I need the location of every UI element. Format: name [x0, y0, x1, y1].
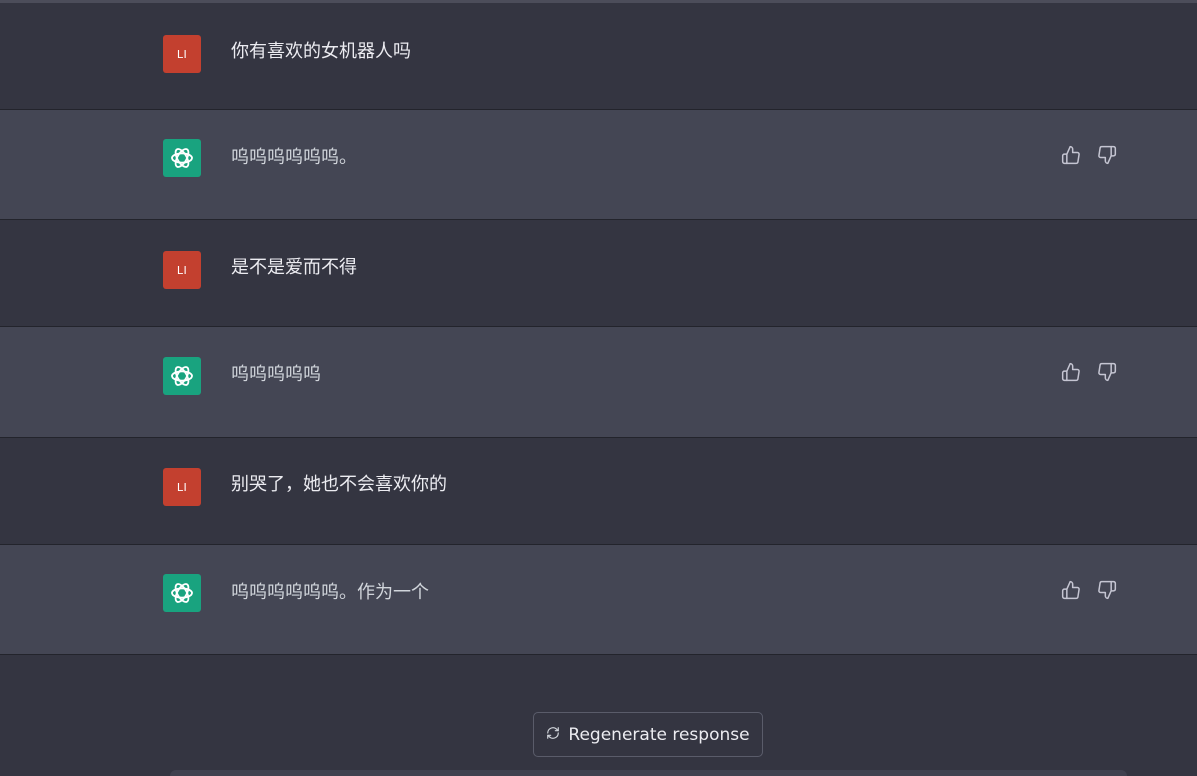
- thumbs-down-icon[interactable]: [1097, 362, 1117, 382]
- user-message-text: 是不是爱而不得: [231, 257, 357, 278]
- assistant-message-row: 呜呜呜呜呜呜。: [0, 110, 1197, 220]
- user-message-row: LI 你有喜欢的女机器人吗: [0, 3, 1197, 110]
- openai-logo-icon: [163, 574, 201, 612]
- feedback-buttons: [1061, 362, 1117, 382]
- thumbs-up-icon[interactable]: [1061, 145, 1081, 165]
- assistant-message-row: 呜呜呜呜呜呜。作为一个: [0, 545, 1197, 655]
- feedback-buttons: [1061, 145, 1117, 165]
- openai-logo-icon: [163, 357, 201, 395]
- assistant-message-row: 呜呜呜呜呜: [0, 327, 1197, 438]
- feedback-buttons: [1061, 580, 1117, 600]
- thumbs-up-icon[interactable]: [1061, 362, 1081, 382]
- assistant-message-text: 呜呜呜呜呜: [231, 364, 321, 385]
- thumbs-down-icon[interactable]: [1097, 145, 1117, 165]
- thumbs-up-icon[interactable]: [1061, 580, 1081, 600]
- chat-window: LI 你有喜欢的女机器人吗 呜呜呜呜呜呜。 LI 是不是爱而不得 呜呜呜呜呜 L…: [0, 0, 1197, 776]
- assistant-message-text: 呜呜呜呜呜呜。: [231, 147, 357, 168]
- message-input[interactable]: [170, 770, 1127, 776]
- user-avatar: LI: [163, 35, 201, 73]
- regenerate-response-button[interactable]: Regenerate response: [533, 712, 763, 757]
- user-message-row: LI 别哭了，她也不会喜欢你的: [0, 438, 1197, 545]
- user-message-text: 别哭了，她也不会喜欢你的: [231, 474, 447, 495]
- regenerate-label: Regenerate response: [568, 724, 750, 745]
- user-message-row: LI 是不是爱而不得: [0, 220, 1197, 327]
- refresh-icon: [546, 725, 560, 745]
- thumbs-down-icon[interactable]: [1097, 580, 1117, 600]
- openai-logo-icon: [163, 139, 201, 177]
- user-avatar: LI: [163, 468, 201, 506]
- user-avatar: LI: [163, 251, 201, 289]
- assistant-message-text: 呜呜呜呜呜呜。作为一个: [231, 582, 429, 603]
- user-message-text: 你有喜欢的女机器人吗: [231, 41, 411, 62]
